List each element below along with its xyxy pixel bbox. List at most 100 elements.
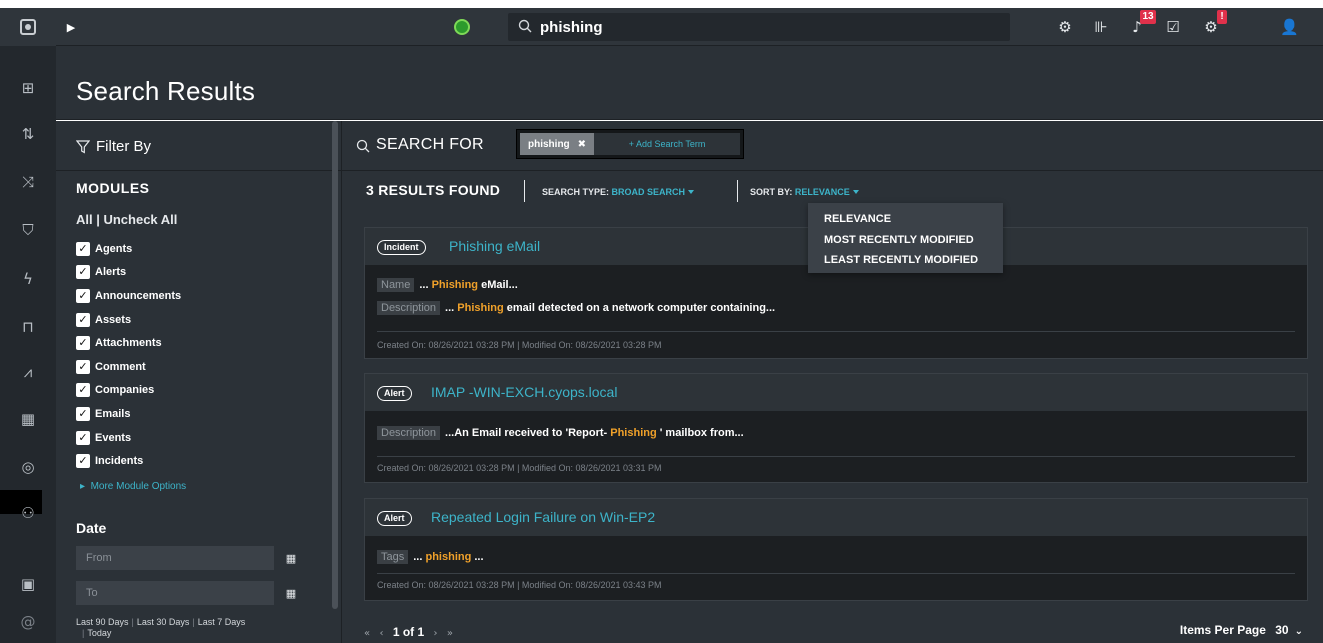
page-title: Search Results	[76, 76, 256, 106]
checkbox-icon[interactable]: ✓	[76, 312, 90, 327]
search-icon	[356, 139, 370, 153]
module-checkbox-item[interactable]: ✓ Agents	[76, 237, 181, 261]
field-text: ...	[419, 279, 432, 291]
result-title-link[interactable]: IMAP -WIN-EXCH.cyops.local	[431, 384, 617, 400]
checkbox-icon[interactable]: ✓	[76, 336, 90, 351]
more-module-options-label: More Module Options	[90, 481, 187, 492]
sort-by-label: SORT BY:	[750, 187, 793, 197]
more-module-options-link[interactable]: ▸ More Module Options	[80, 481, 186, 492]
clipboard-icon[interactable]: ▣	[20, 576, 36, 592]
notification-count-badge: 13	[1140, 10, 1156, 24]
filter-scrollbar[interactable]	[332, 121, 338, 609]
chart-icon[interactable]: ⩘	[20, 364, 36, 380]
calendar-icon[interactable]: ▦	[274, 546, 308, 570]
first-page-icon[interactable]: «	[364, 628, 370, 639]
checkbox-icon[interactable]: ✓	[76, 383, 90, 398]
hierarchy-icon[interactable]: ⊪	[1092, 18, 1110, 36]
module-label: Comment	[95, 360, 146, 373]
module-label: Attachments	[95, 337, 162, 350]
range-7-days[interactable]: Last 7 Days	[198, 617, 246, 627]
next-page-icon[interactable]: ›	[434, 628, 438, 639]
caret-down-icon	[852, 190, 859, 194]
field-text: email detected on a network computer con…	[503, 302, 776, 314]
prev-page-icon[interactable]: ‹	[379, 628, 383, 639]
checkbox-icon[interactable]: ✓	[76, 241, 90, 256]
search-term-chip[interactable]: phishing ✖	[520, 133, 595, 155]
global-search-input[interactable]	[540, 13, 1000, 41]
remove-term-icon[interactable]: ✖	[578, 139, 586, 150]
sort-by-dropdown[interactable]: SORT BY: RELEVANCE	[750, 187, 859, 197]
search-type-label: SEARCH TYPE:	[542, 187, 610, 197]
field-text: ...	[445, 302, 458, 314]
module-checkbox-item[interactable]: ✓ Assets	[76, 308, 181, 332]
result-title-link[interactable]: Repeated Login Failure on Win-EP2	[431, 509, 655, 525]
search-terms-box: phishing ✖ + Add Search Term	[516, 129, 744, 159]
module-checkbox-item[interactable]: ✓ Incidents	[76, 449, 181, 473]
checkbox-icon[interactable]: ✓	[76, 265, 90, 280]
module-checkbox-item[interactable]: ✓ Alerts	[76, 261, 181, 285]
items-per-page-select[interactable]: 30 ⌄	[1275, 623, 1303, 637]
filter-icon	[76, 140, 90, 154]
module-checkbox-item[interactable]: ✓ Attachments	[76, 331, 181, 355]
last-page-icon[interactable]: »	[447, 628, 453, 639]
field-text: ' mailbox from...	[656, 427, 744, 439]
divider	[524, 180, 525, 202]
grid-icon[interactable]: ▦	[20, 411, 36, 427]
add-search-term-button[interactable]: + Add Search Term	[594, 133, 740, 155]
module-checkbox-item[interactable]: ✓ Emails	[76, 402, 181, 426]
result-card[interactable]: Alert Repeated Login Failure on Win-EP2 Ta…	[364, 498, 1308, 601]
field-text: eMail...	[478, 279, 518, 291]
briefcase-icon[interactable]: ⊓	[20, 319, 36, 335]
module-checkbox-item[interactable]: ✓ Announcements	[76, 284, 181, 308]
date-from-input[interactable]	[76, 546, 272, 570]
date-from-field: ▦	[76, 546, 308, 570]
shield-icon[interactable]: ⛉	[20, 222, 36, 238]
module-checkbox-item[interactable]: ✓ Events	[76, 426, 181, 450]
result-field-row: Description... Phishing email detected o…	[377, 301, 775, 315]
dashboard-icon[interactable]: ⊞	[20, 80, 36, 96]
search-type-dropdown[interactable]: SEARCH TYPE: BROAD SEARCH	[542, 187, 695, 197]
bell-icon[interactable]: ♪ 13	[1128, 10, 1156, 36]
module-label: Assets	[95, 313, 132, 326]
checkbox-icon[interactable]: ✓	[76, 454, 90, 469]
search-term-label: phishing	[528, 138, 570, 150]
sort-option[interactable]: RELEVANCE	[808, 209, 1003, 230]
result-card[interactable]: Alert IMAP -WIN-EXCH.cyops.local Descripti…	[364, 373, 1308, 483]
checkbox-icon[interactable]: ✓	[76, 406, 90, 421]
calendar-icon[interactable]: ▦	[274, 581, 308, 605]
expand-sidebar-icon[interactable]: ▶	[56, 8, 86, 46]
checkbox-icon[interactable]: ✓	[76, 430, 90, 445]
user-profile-icon[interactable]: 👤	[1280, 18, 1299, 36]
highlighted-match: Phishing	[457, 302, 504, 314]
sort-option[interactable]: MOST RECENTLY MODIFIED	[808, 230, 1003, 251]
chevron-down-icon: ⌄	[1294, 626, 1303, 637]
range-30-days[interactable]: Last 30 Days	[137, 617, 190, 627]
task-check-icon[interactable]: ☑	[1164, 18, 1182, 36]
checkbox-icon[interactable]: ✓	[76, 288, 90, 303]
sort-icon[interactable]: ⇅	[20, 126, 36, 142]
system-config-icon[interactable]: ⚙ !	[1202, 10, 1227, 36]
module-checkbox-item[interactable]: ✓ Companies	[76, 379, 181, 403]
bolt-icon[interactable]: ϟ	[20, 271, 36, 287]
status-indicator-icon[interactable]	[454, 19, 470, 35]
divider	[377, 456, 1295, 457]
at-icon[interactable]: @	[20, 614, 36, 630]
settings-gear-icon[interactable]: ⚙	[1056, 18, 1074, 36]
sort-option[interactable]: LEAST RECENTLY MODIFIED	[808, 250, 1003, 271]
all-uncheck-all-link[interactable]: All | Uncheck All	[76, 212, 177, 227]
users-icon[interactable]: ⚇	[20, 505, 36, 521]
range-today[interactable]: Today	[87, 628, 111, 638]
result-title-link[interactable]: Phishing eMail	[449, 238, 540, 254]
module-label: Agents	[95, 242, 133, 255]
result-card-header: Alert IMAP -WIN-EXCH.cyops.local	[365, 374, 1307, 411]
checkbox-icon[interactable]: ✓	[76, 359, 90, 374]
app-logo[interactable]	[0, 8, 56, 46]
shuffle-icon[interactable]: ⤨	[20, 174, 36, 190]
date-title: Date	[76, 520, 107, 536]
module-label: Events	[95, 431, 132, 444]
module-checkbox-item[interactable]: ✓ Comment	[76, 355, 181, 379]
date-to-input[interactable]	[76, 581, 272, 605]
lifebuoy-icon[interactable]: ◎	[20, 459, 36, 475]
range-90-days[interactable]: Last 90 Days	[76, 617, 129, 627]
search-for-row: SEARCH FOR phishing ✖ + Add Search Term	[342, 121, 1323, 171]
